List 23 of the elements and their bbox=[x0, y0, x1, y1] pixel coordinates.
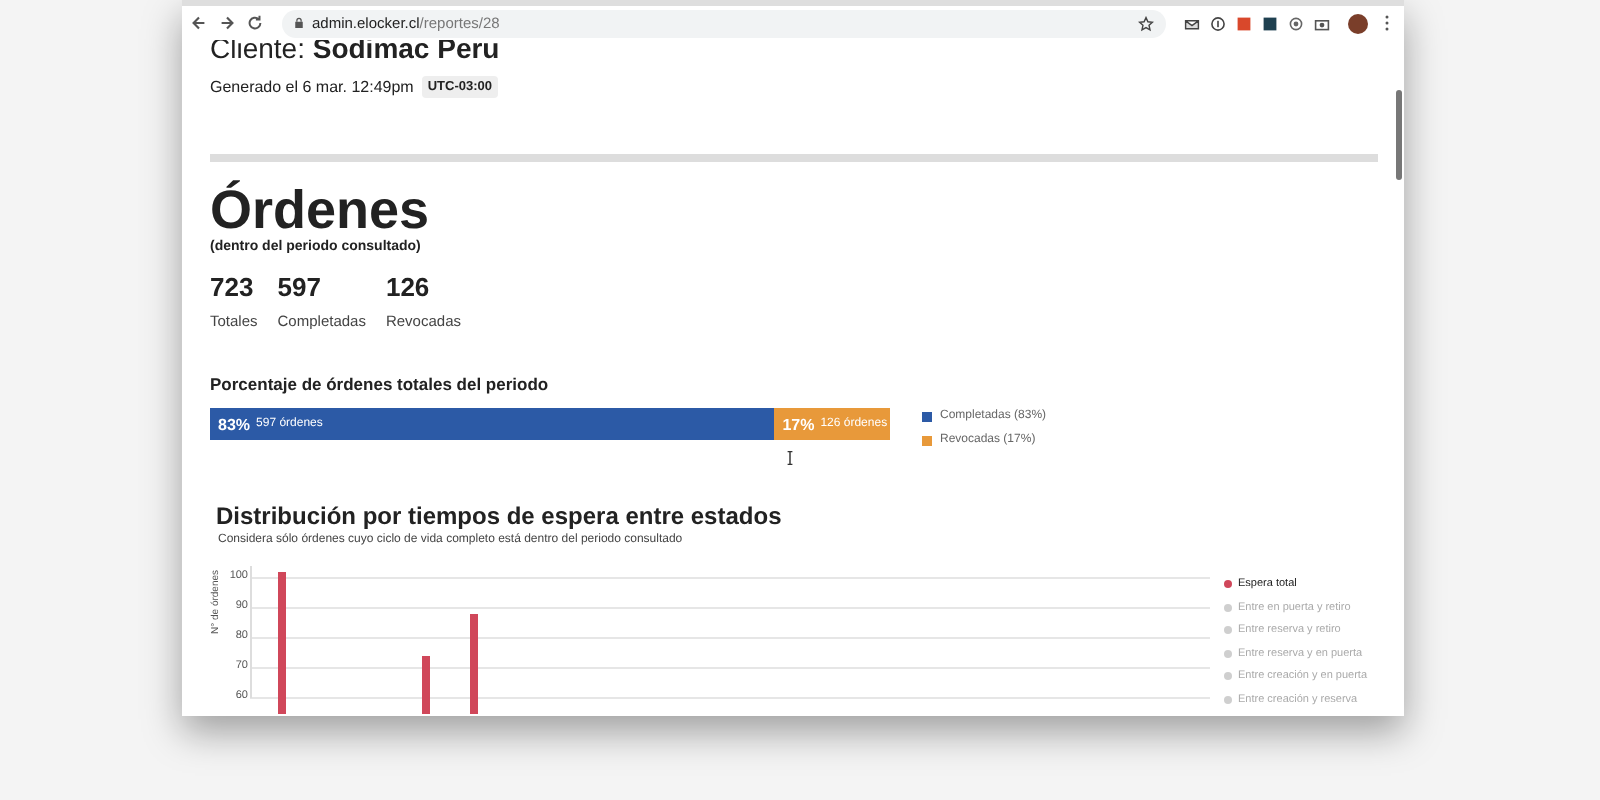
avatar[interactable] bbox=[1348, 13, 1368, 33]
lock-icon bbox=[294, 16, 304, 30]
client-title: Cliente: Sodimac Peru bbox=[210, 32, 502, 64]
text-cursor-icon bbox=[786, 450, 794, 466]
section-title: Órdenes bbox=[210, 182, 432, 238]
bar bbox=[422, 656, 430, 714]
bar bbox=[278, 572, 286, 714]
mail-icon[interactable] bbox=[1184, 15, 1200, 31]
record-icon[interactable] bbox=[1288, 15, 1304, 31]
generated-date: Generado el 6 mar. 12:49pm bbox=[210, 78, 414, 96]
stat-value: 597 bbox=[277, 272, 323, 302]
info-icon[interactable] bbox=[1210, 15, 1226, 31]
reload-icon[interactable] bbox=[246, 14, 264, 32]
forward-icon[interactable] bbox=[218, 14, 236, 32]
chart-title: Distribución por tiempos de espera entre estados bbox=[216, 502, 784, 530]
menu-icon[interactable] bbox=[1384, 14, 1390, 32]
star-icon[interactable] bbox=[1138, 15, 1154, 31]
chart-title: Porcentaje de órdenes totales del periodo bbox=[210, 374, 551, 394]
stat-value: 126 bbox=[385, 272, 432, 302]
bar bbox=[470, 614, 478, 714]
camera-icon[interactable] bbox=[1314, 15, 1330, 31]
stat-value: 723 bbox=[210, 272, 256, 302]
back-icon[interactable] bbox=[190, 14, 208, 32]
